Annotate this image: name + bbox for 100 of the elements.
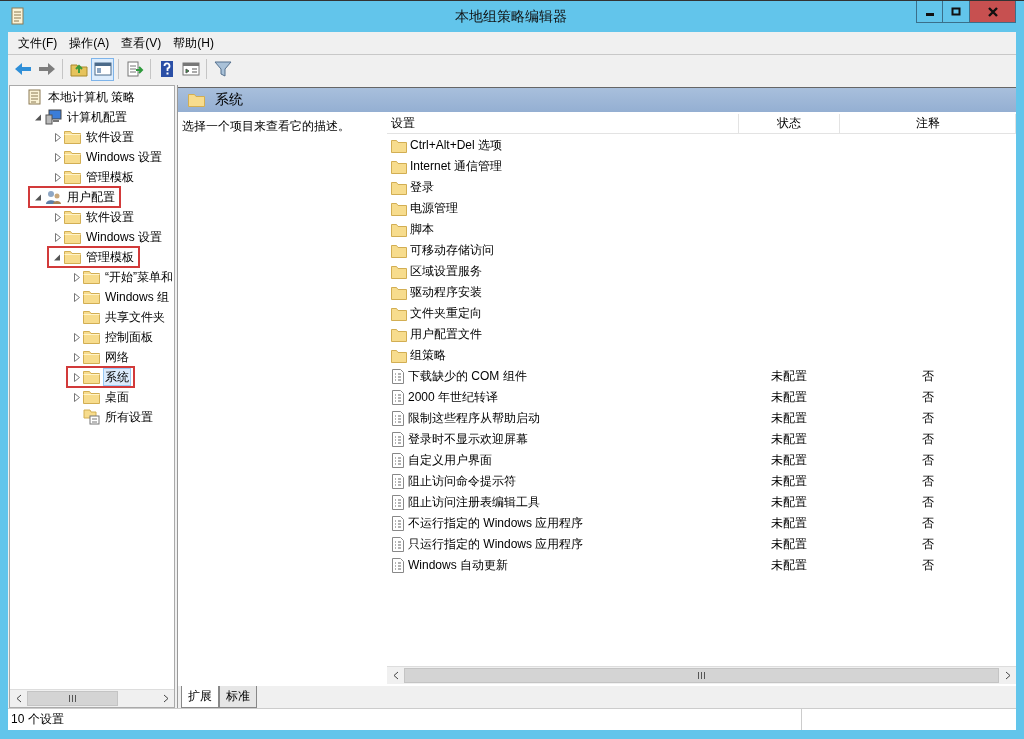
setting-icon bbox=[391, 369, 405, 384]
maximize-button[interactable] bbox=[943, 1, 970, 23]
collapsed-arrow-icon[interactable] bbox=[54, 232, 61, 242]
setting-name[interactable]: 不运行指定的 Windows 应用程序 bbox=[408, 515, 584, 532]
close-icon bbox=[986, 6, 999, 17]
setting-name[interactable]: 登录 bbox=[410, 179, 434, 196]
tree-item[interactable]: Windows 设置 bbox=[85, 229, 163, 245]
minimize-icon bbox=[925, 13, 934, 16]
expanded-arrow-icon[interactable] bbox=[54, 253, 61, 261]
setting-name[interactable]: 阻止访问命令提示符 bbox=[408, 473, 516, 490]
folder-icon bbox=[391, 159, 407, 174]
setting-name[interactable]: 文件夹重定向 bbox=[410, 305, 482, 322]
view-tab[interactable]: 扩展 bbox=[181, 686, 219, 708]
state-cell: 未配置 bbox=[771, 389, 807, 406]
setting-name[interactable]: Ctrl+Alt+Del 选项 bbox=[410, 137, 503, 154]
view-tab[interactable]: 标准 bbox=[219, 686, 257, 708]
folder-icon bbox=[83, 390, 100, 404]
tree-item[interactable]: 用户配置 bbox=[66, 189, 116, 205]
tree-item[interactable]: Windows 组 bbox=[104, 289, 170, 305]
collapsed-arrow-icon[interactable] bbox=[54, 172, 61, 182]
setting-name[interactable]: Internet 通信管理 bbox=[410, 158, 503, 175]
state-cell: 未配置 bbox=[771, 431, 807, 448]
setting-icon bbox=[391, 432, 405, 447]
menu-item[interactable]: 文件(F) bbox=[12, 34, 64, 52]
column-header[interactable]: 设置 bbox=[387, 114, 739, 133]
computer-icon bbox=[45, 109, 62, 125]
tree-item[interactable]: 桌面 bbox=[104, 389, 130, 405]
setting-name[interactable]: 下载缺少的 COM 组件 bbox=[408, 368, 527, 385]
panel-icon bbox=[93, 61, 112, 77]
note-cell: 否 bbox=[921, 389, 934, 406]
export-list-icon bbox=[125, 61, 144, 77]
setting-icon bbox=[391, 537, 405, 552]
tree-item[interactable]: 软件设置 bbox=[85, 129, 135, 145]
setting-icon bbox=[391, 558, 405, 573]
setting-icon bbox=[391, 495, 405, 510]
tree-item[interactable]: 共享文件夹 bbox=[104, 309, 166, 325]
tree-item[interactable]: “开始”菜单和 bbox=[104, 269, 174, 285]
collapsed-arrow-icon[interactable] bbox=[54, 212, 61, 222]
setting-name[interactable]: 组策略 bbox=[410, 347, 446, 364]
collapsed-arrow-icon[interactable] bbox=[73, 372, 80, 382]
setting-name[interactable]: 脚本 bbox=[410, 221, 434, 238]
tree-item[interactable]: 网络 bbox=[104, 349, 130, 365]
tree-item[interactable]: 管理模板 bbox=[85, 249, 135, 265]
horizontal-scrollbar[interactable] bbox=[10, 689, 174, 707]
setting-name[interactable]: 2000 年世纪转译 bbox=[408, 389, 499, 406]
folder-icon bbox=[83, 330, 100, 344]
menu-item[interactable]: 查看(V) bbox=[115, 34, 168, 52]
minimize-button[interactable] bbox=[916, 1, 943, 23]
close-button[interactable] bbox=[970, 1, 1016, 23]
setting-icon bbox=[391, 453, 405, 468]
collapsed-arrow-icon[interactable] bbox=[73, 332, 80, 342]
setting-name[interactable]: 阻止访问注册表编辑工具 bbox=[408, 494, 540, 511]
tree-item[interactable]: 管理模板 bbox=[85, 169, 135, 185]
folder-icon bbox=[64, 250, 81, 264]
folder-icon bbox=[391, 327, 407, 342]
horizontal-scrollbar[interactable] bbox=[387, 666, 1016, 684]
setting-name[interactable]: 限制这些程序从帮助启动 bbox=[408, 410, 540, 427]
folder-icon bbox=[64, 150, 81, 164]
collapsed-arrow-icon[interactable] bbox=[54, 132, 61, 142]
note-cell: 否 bbox=[921, 452, 934, 469]
setting-name[interactable]: Windows 自动更新 bbox=[408, 557, 508, 574]
column-header[interactable]: 状态 bbox=[739, 114, 840, 133]
tree-item[interactable]: 本地计算机 策略 bbox=[47, 89, 137, 105]
expanded-arrow-icon[interactable] bbox=[35, 113, 42, 121]
setting-name[interactable]: 登录时不显示欢迎屏幕 bbox=[408, 431, 528, 448]
setting-name[interactable]: 区域设置服务 bbox=[410, 263, 482, 280]
folder-icon bbox=[391, 348, 407, 363]
tree-item[interactable]: 控制面板 bbox=[104, 329, 154, 345]
setting-icon bbox=[391, 516, 405, 531]
folder-icon bbox=[83, 310, 100, 324]
folder-icon bbox=[64, 230, 81, 244]
setting-name[interactable]: 驱动程序安装 bbox=[410, 284, 482, 301]
column-header[interactable]: 注释 bbox=[840, 114, 1016, 133]
collapsed-arrow-icon[interactable] bbox=[73, 292, 80, 302]
tree-toggle-button[interactable] bbox=[91, 57, 114, 81]
setting-icon bbox=[391, 390, 405, 405]
expanded-arrow-icon[interactable] bbox=[35, 193, 42, 201]
menu-item[interactable]: 帮助(H) bbox=[167, 34, 220, 52]
setting-name[interactable]: 只运行指定的 Windows 应用程序 bbox=[408, 536, 584, 553]
tree-item[interactable]: 所有设置 bbox=[104, 409, 154, 425]
status-text: 10 个设置 bbox=[10, 711, 65, 728]
state-cell: 未配置 bbox=[771, 557, 807, 574]
menu-item[interactable]: 操作(A) bbox=[63, 34, 116, 52]
collapsed-arrow-icon[interactable] bbox=[73, 392, 80, 402]
collapsed-arrow-icon[interactable] bbox=[73, 272, 80, 282]
tree-item[interactable]: Windows 设置 bbox=[85, 149, 163, 165]
setting-name[interactable]: 自定义用户界面 bbox=[408, 452, 492, 469]
folder-icon bbox=[83, 290, 100, 304]
setting-name[interactable]: 可移动存储访问 bbox=[410, 242, 494, 259]
scrollbar-thumb[interactable] bbox=[27, 691, 118, 706]
state-cell: 未配置 bbox=[771, 515, 807, 532]
folder-icon bbox=[391, 138, 407, 153]
tree-item[interactable]: 计算机配置 bbox=[66, 109, 128, 125]
setting-name[interactable]: 电源管理 bbox=[410, 200, 458, 217]
scrollbar-thumb[interactable] bbox=[404, 668, 999, 683]
tree-item[interactable]: 软件设置 bbox=[85, 209, 135, 225]
collapsed-arrow-icon[interactable] bbox=[54, 152, 61, 162]
setting-name[interactable]: 用户配置文件 bbox=[410, 326, 482, 343]
collapsed-arrow-icon[interactable] bbox=[73, 352, 80, 362]
tree-item[interactable]: 系统 bbox=[104, 369, 130, 385]
